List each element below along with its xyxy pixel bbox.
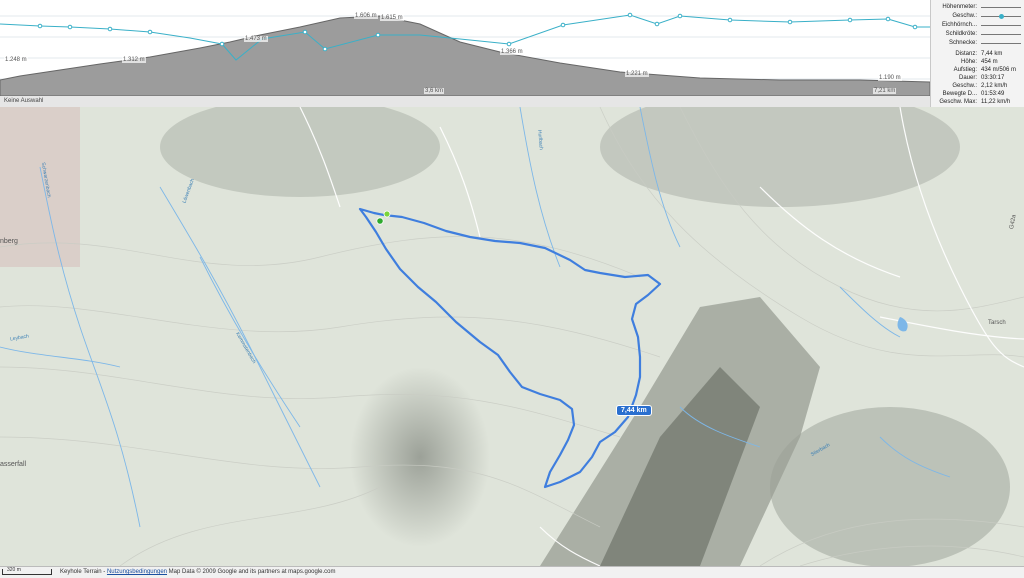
stat-value: 11,22 km/h — [981, 99, 1011, 105]
elevation-label: 1.248 m — [4, 57, 28, 63]
slider-line-icon[interactable] — [981, 43, 1021, 44]
elevation-label: 1.606 m — [354, 13, 378, 19]
slider-knob-icon[interactable] — [981, 14, 1021, 19]
stat-label: Höhe: — [960, 59, 977, 65]
stat-row: Bewegte D... 01:53:49 — [931, 91, 1024, 99]
legend-row[interactable]: Eichhörnch... — [931, 22, 1024, 30]
elevation-chart — [0, 12, 930, 96]
terms-link[interactable]: Nutzungsbedingungen — [107, 569, 167, 575]
elevation-label: 1.190 m — [878, 75, 902, 81]
elevation-profile[interactable]: 1.248 m 1.312 m 1.473 m 1.606 m 1.615 m … — [0, 0, 930, 97]
legend-row[interactable]: Schnecke: — [931, 40, 1024, 48]
stat-label: Bewegte D... — [942, 91, 977, 97]
elevation-label: 1.615 m — [380, 15, 404, 21]
stat-row: Dauer: 03:30:17 — [931, 75, 1024, 83]
stat-label: Aufstieg: — [953, 67, 977, 73]
provider-label: Keyhole Terrain — [60, 569, 102, 575]
terrain-layer — [0, 107, 1024, 566]
stat-label: Geschw.: — [952, 83, 977, 89]
slider-line-icon[interactable] — [981, 34, 1021, 35]
legend-row[interactable]: Geschw.: — [931, 13, 1024, 21]
legend-label: Geschw.: — [952, 13, 977, 19]
legend-label: Höhenmeter: — [942, 4, 977, 10]
stat-row: Höhe: 454 m — [931, 59, 1024, 67]
stat-value: 01:53:49 — [981, 91, 1005, 97]
attribution: Keyhole Terrain - Nutzungsbedingungen Ma… — [60, 569, 336, 575]
stat-value: 7,44 km — [981, 51, 1003, 57]
stat-row: Geschw. Max: 11,22 km/h — [931, 99, 1024, 107]
elevation-label: 1.221 m — [625, 71, 649, 77]
legend-row[interactable]: Höhenmeter: — [931, 4, 1024, 12]
distance-label: 7,21 km — [873, 88, 897, 94]
legend-label: Schildkröte: — [945, 31, 977, 37]
distance-label: 3,6 km — [424, 88, 445, 94]
selection-text: Keine Auswahl — [4, 98, 44, 104]
elevation-area — [0, 15, 930, 96]
stat-row: Aufstieg: 434 m/506 m — [931, 67, 1024, 75]
stat-label: Geschw. Max: — [939, 99, 977, 105]
slider-line-icon[interactable] — [981, 7, 1021, 8]
end-marker-icon — [383, 210, 391, 218]
place-label: nberg — [0, 238, 18, 245]
stat-value: 03:30:17 — [981, 75, 1005, 81]
stat-value: 2,12 km/h — [981, 83, 1008, 89]
slider-line-icon[interactable] — [981, 25, 1021, 26]
scale-bar: 320 m — [2, 567, 52, 575]
road-label: Tarsch — [988, 320, 1006, 326]
legend-label: Schnecke: — [948, 40, 977, 46]
legend-row[interactable]: Schildkröte: — [931, 31, 1024, 39]
stat-row: Geschw.: 2,12 km/h — [931, 83, 1024, 91]
route-distance-badge[interactable]: 7,44 km — [616, 405, 652, 416]
place-label: asserfall — [0, 461, 27, 468]
scale-label: 320 m — [7, 567, 21, 573]
elevation-label: 1.312 m — [122, 57, 146, 63]
stat-value: 434 m/506 m — [981, 67, 1017, 73]
stat-row: Distanz: 7,44 km — [931, 51, 1024, 59]
start-marker-icon — [376, 217, 384, 225]
terrain-map[interactable]: nberg asserfall Löwenbach Schwarzenbach … — [0, 107, 1024, 566]
elevation-label: 1.473 m — [244, 36, 268, 42]
stat-label: Distanz: — [955, 51, 977, 57]
elevation-label: 1.366 m — [500, 49, 524, 55]
stat-value: 454 m — [981, 59, 998, 65]
attribution-text: Map Data © 2009 Google and its partners … — [168, 569, 336, 575]
legend-label: Eichhörnch... — [941, 22, 977, 28]
map-footer: 320 m Keyhole Terrain - Nutzungsbedingun… — [0, 566, 1024, 578]
stats-panel: Höhenmeter: Geschw.: Eichhörnch... Schil… — [930, 0, 1024, 107]
stat-label: Dauer: — [958, 75, 977, 81]
